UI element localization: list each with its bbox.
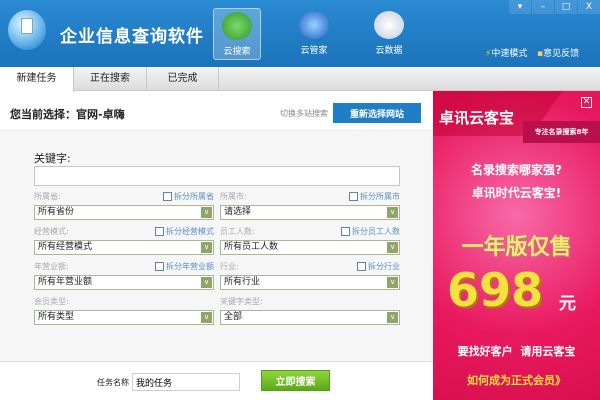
feedback-link[interactable]: ▪意见反馈 — [537, 46, 579, 59]
chevron-down-icon[interactable]: ∨ — [201, 242, 212, 253]
nav-label: 云搜索 — [223, 47, 251, 57]
select-value: 所有行业 — [224, 277, 261, 287]
chevron-down-icon[interactable]: ∨ — [201, 312, 212, 323]
ad-close-icon[interactable]: ✕ — [581, 97, 592, 108]
split-checkbox[interactable]: 拆分年营业额 — [34, 261, 214, 272]
keyword-label: 关键字: — [34, 152, 71, 165]
chevron-down-icon[interactable]: ∨ — [387, 312, 398, 323]
task-name-label: 任务名称 — [97, 378, 129, 387]
split-label: 拆分员工人数 — [352, 227, 400, 236]
split-checkbox[interactable]: 拆分员工人数 — [220, 226, 400, 237]
checkbox-icon[interactable] — [341, 227, 350, 236]
nav-cloud-data[interactable]: 云数据 — [365, 8, 413, 60]
tab-searching[interactable]: 正在搜索 — [74, 67, 147, 91]
select-value: 所有类型 — [38, 312, 75, 322]
close-button[interactable]: X — [578, 0, 600, 14]
speed-mode-link[interactable]: ⚡中速模式 — [485, 46, 527, 59]
split-label: 拆分行业 — [368, 262, 400, 271]
tab-completed[interactable]: 已完成 — [147, 67, 219, 91]
field-select[interactable]: 所有经营模式 ∨ — [34, 240, 214, 255]
field-select[interactable]: 所有员工人数 ∨ — [220, 240, 400, 255]
ad-brand: 卓讯云客宝 — [439, 109, 515, 127]
split-checkbox[interactable]: 拆分经营模式 — [34, 226, 214, 237]
chevron-down-icon[interactable]: ∨ — [201, 277, 212, 288]
tab-bar: 新建任务 正在搜索 已完成 — [0, 67, 600, 92]
field-select[interactable]: 所有年营业额 ∨ — [34, 275, 214, 290]
reselect-site-button[interactable]: 重新选择网站 — [333, 103, 421, 123]
cloud-sync-icon — [374, 11, 404, 39]
ad-panel[interactable]: 卓讯云客宝 专注名录搜索8年 ✕ 名录搜索哪家强? 卓讯时代云客宝! 一年版仅售… — [433, 91, 600, 400]
nav-cloud-manager[interactable]: 云管家 — [290, 8, 338, 60]
nav-label: 云管家 — [300, 46, 328, 56]
checkbox-icon[interactable] — [155, 227, 164, 236]
ad-offer: 一年版仅售 — [461, 235, 572, 260]
feedback-label: 意见反馈 — [543, 49, 580, 59]
menu-button[interactable]: ▾ — [509, 0, 531, 14]
split-checkbox[interactable]: 拆分所属省 — [34, 191, 214, 202]
checkbox-icon[interactable] — [357, 262, 366, 271]
app-title: 企业信息查询软件 — [60, 27, 204, 47]
field-select[interactable]: 请选择 ∨ — [220, 205, 400, 220]
tab-new-task[interactable]: 新建任务 — [0, 67, 74, 92]
split-label: 拆分经营模式 — [166, 227, 214, 236]
select-value: 请选择 — [224, 207, 252, 217]
select-value: 所有年营业额 — [38, 277, 93, 287]
nav-label: 云数据 — [375, 46, 403, 56]
ad-slogan: 要找好客户 请用云客宝 — [457, 345, 576, 358]
select-value: 全部 — [224, 312, 243, 322]
select-value: 所有省份 — [38, 207, 75, 217]
select-value: 所有经营模式 — [38, 242, 93, 252]
radar-icon — [222, 12, 252, 40]
ad-tag: 专注名录搜索8年 — [523, 121, 600, 143]
split-label: 拆分所属省 — [174, 192, 214, 201]
user-icon — [299, 11, 329, 39]
minimize-button[interactable]: – — [532, 0, 554, 14]
maximize-button[interactable]: □ — [555, 0, 577, 14]
keyword-input[interactable] — [34, 166, 400, 186]
checkbox-icon[interactable] — [155, 262, 164, 271]
task-name-input[interactable] — [132, 373, 240, 391]
chevron-down-icon[interactable]: ∨ — [201, 207, 212, 218]
speed-label: 中速模式 — [491, 49, 528, 59]
field-label: 会员类型: — [34, 297, 69, 306]
switch-multisite-link[interactable]: 切换多站搜索 — [280, 108, 328, 119]
split-label: 拆分所属市 — [360, 192, 400, 201]
app-logo-icon — [8, 10, 46, 50]
field-select[interactable]: 所有行业 ∨ — [220, 275, 400, 290]
select-value: 所有员工人数 — [224, 242, 279, 252]
ad-answer: 卓讯时代云客宝! — [471, 186, 562, 200]
field-select[interactable]: 所有省份 ∨ — [34, 205, 214, 220]
chevron-down-icon[interactable]: ∨ — [387, 277, 398, 288]
field-select[interactable]: 所有类型 ∨ — [34, 310, 214, 325]
split-label: 拆分年营业额 — [166, 262, 214, 271]
window-controls: ▾ – □ X — [508, 0, 600, 14]
ad-member-link[interactable]: 如何成为正式会员》 — [433, 372, 600, 388]
chevron-down-icon[interactable]: ∨ — [387, 242, 398, 253]
ad-price: 698 — [447, 263, 544, 317]
chevron-down-icon[interactable]: ∨ — [387, 207, 398, 218]
ad-question: 名录搜索哪家强? — [471, 163, 562, 177]
search-now-button[interactable]: 立即搜索 — [261, 370, 330, 391]
ad-price-unit: 元 — [559, 294, 576, 314]
nav-cloud-search[interactable]: 云搜索 — [213, 8, 261, 60]
current-selection: 您当前选择：官网-卓嗨 — [10, 108, 125, 121]
field-label: 关键字类型: — [220, 297, 263, 306]
checkbox-icon[interactable] — [163, 192, 172, 201]
split-checkbox[interactable]: 拆分所属市 — [220, 191, 400, 202]
checkbox-icon[interactable] — [349, 192, 358, 201]
field-select[interactable]: 全部 ∨ — [220, 310, 400, 325]
split-checkbox[interactable]: 拆分行业 — [220, 261, 400, 272]
